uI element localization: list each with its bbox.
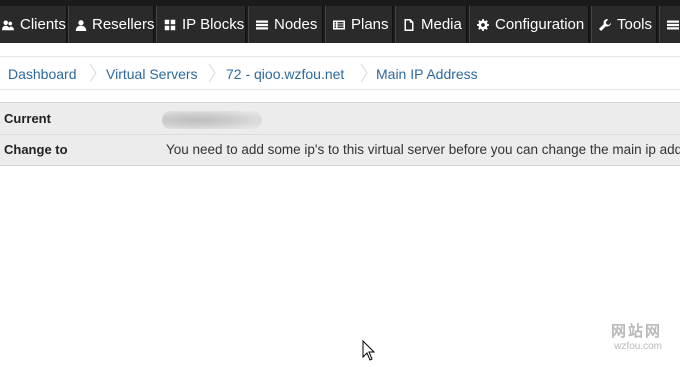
chevron-right-icon [359, 63, 369, 83]
file-icon [402, 18, 416, 32]
top-navigation: Clients Resellers IP Blocks Nodes Plans … [0, 0, 680, 43]
breadcrumb-virtual-servers[interactable]: Virtual Servers [106, 66, 198, 82]
chevron-right-icon [88, 63, 98, 83]
breadcrumb-dashboard[interactable]: Dashboard [8, 66, 77, 82]
breadcrumb-server[interactable]: 72 - qioo.wzfou.net [226, 66, 344, 82]
cog-icon [476, 18, 490, 32]
watermark-title: 网站网 [610, 323, 662, 340]
nav-media[interactable]: Media [395, 6, 467, 43]
row-divider [0, 134, 680, 135]
nav-label-media: Media [421, 16, 462, 33]
nav-ip-blocks[interactable]: IP Blocks [156, 6, 246, 43]
nav-label-resellers: Resellers [92, 16, 155, 33]
nav-nodes[interactable]: Nodes [248, 6, 323, 43]
current-ip-redacted [162, 111, 262, 129]
nav-label-tools: Tools [617, 16, 653, 33]
nav-plans[interactable]: Plans [325, 6, 393, 43]
breadcrumb: Dashboard Virtual Servers 72 - qioo.wzfo… [0, 56, 680, 90]
users-icon [1, 18, 15, 32]
nav-label-nodes: Nodes [274, 16, 318, 33]
list-icon [332, 18, 346, 32]
watermark-url: wzfou.com [614, 341, 662, 352]
server-icon [255, 18, 269, 32]
user-icon [75, 18, 87, 32]
nav-label-ip-blocks: IP Blocks [182, 16, 245, 33]
ip-info-table: Current Change to You need to add some i… [0, 102, 680, 166]
nav-configuration[interactable]: Configuration [469, 6, 589, 43]
mouse-pointer-icon [362, 339, 376, 362]
nav-label-configuration: Configuration [495, 16, 585, 33]
current-label: Current [4, 111, 51, 126]
wrench-icon [598, 18, 612, 32]
grid-icon [163, 18, 177, 32]
breadcrumb-main-ip-address[interactable]: Main IP Address [376, 66, 478, 82]
nav-tools[interactable]: Tools [591, 6, 657, 43]
change-to-label: Change to [4, 142, 68, 157]
nav-more[interactable] [659, 6, 680, 43]
menu-icon [666, 18, 680, 32]
nav-label-plans: Plans [351, 16, 389, 33]
change-to-message: You need to add some ip's to this virtua… [166, 142, 680, 157]
chevron-right-icon [207, 63, 217, 83]
nav-clients[interactable]: Clients [0, 6, 67, 43]
nav-label-clients: Clients [20, 16, 66, 33]
nav-resellers[interactable]: Resellers [68, 6, 155, 43]
watermark: 网站网 wzfou.com [611, 320, 662, 352]
